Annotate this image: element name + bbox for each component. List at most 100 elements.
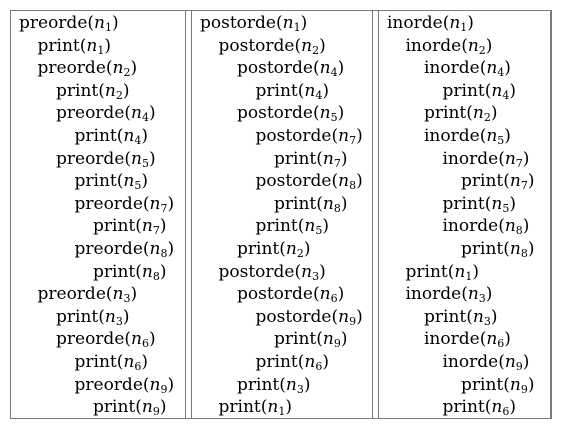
open-paren: (: [503, 239, 510, 259]
close-paren: ): [122, 306, 130, 327]
node-index: 9: [520, 382, 528, 396]
close-paren: ): [130, 284, 138, 305]
open-paren: (: [279, 374, 286, 395]
node-index: 3: [483, 314, 491, 328]
close-paren: ): [141, 352, 148, 372]
node-variable: n: [509, 171, 521, 192]
node-argument: n6: [486, 329, 504, 349]
open-paren: (: [312, 284, 320, 305]
node-index: 1: [293, 21, 301, 34]
open-paren: (: [316, 148, 323, 169]
node-variable: n: [123, 352, 135, 372]
function-name: print: [461, 239, 504, 259]
open-paren: (: [312, 58, 320, 79]
close-paren: ): [111, 13, 119, 33]
node-argument: n1: [86, 36, 104, 56]
node-index: 7: [515, 156, 523, 170]
node-variable: n: [131, 329, 142, 350]
close-paren: ): [159, 216, 167, 237]
node-variable: n: [104, 80, 116, 101]
function-name: print: [237, 239, 280, 259]
call-line: print(n7): [93, 215, 166, 238]
open-paren: (: [461, 35, 468, 56]
node-index: 7: [520, 179, 528, 193]
postorde-column: postorde(n1) postorde(n2) postorde(n4) prin…: [191, 10, 373, 419]
function-name: print: [93, 216, 136, 237]
node-variable: n: [267, 397, 279, 418]
open-paren: (: [142, 374, 150, 395]
close-paren: ): [467, 13, 474, 33]
node-variable: n: [319, 58, 331, 79]
close-paren: ): [356, 126, 363, 146]
close-paren: ): [356, 306, 363, 327]
node-argument: n5: [131, 149, 149, 169]
node-argument: n7: [142, 216, 160, 236]
close-paren: ): [167, 374, 175, 395]
close-paren: ): [322, 352, 329, 372]
close-paren: ): [159, 261, 167, 282]
node-variable: n: [338, 306, 350, 327]
node-variable: n: [338, 171, 350, 192]
node-argument: n2: [301, 36, 319, 56]
node-argument: n1: [94, 13, 112, 33]
node-index: 3: [478, 292, 486, 306]
function-name: print: [74, 126, 117, 146]
close-paren: ): [504, 126, 511, 146]
node-variable: n: [301, 261, 313, 282]
node-argument: n3: [286, 375, 304, 395]
call-line: preorde(n8): [75, 238, 175, 261]
node-variable: n: [338, 126, 350, 146]
call-line: print(n5): [443, 193, 516, 216]
node-index: 5: [330, 111, 338, 125]
node-argument: n8: [505, 216, 523, 236]
close-paren: ): [303, 374, 311, 395]
function-name: print: [442, 193, 485, 214]
function-name: preorde: [56, 148, 125, 169]
node-variable: n: [472, 103, 484, 124]
node-argument: n2: [473, 103, 491, 123]
close-paren: ): [337, 284, 345, 305]
open-paren: (: [498, 352, 505, 372]
node-argument: n6: [123, 352, 141, 372]
node-variable: n: [504, 148, 516, 169]
function-name: inorde: [442, 352, 499, 372]
node-argument: n2: [286, 239, 304, 259]
call-line: inorde(n5): [424, 125, 511, 148]
node-variable: n: [491, 193, 503, 214]
call-line: inorde(n8): [443, 215, 530, 238]
close-paren: ): [527, 171, 535, 192]
close-paren: ): [485, 35, 493, 56]
close-paren: ): [340, 193, 348, 214]
node-variable: n: [131, 103, 142, 124]
call-line: preorde(n5): [56, 148, 156, 171]
call-line: print(n7): [461, 170, 534, 193]
node-argument: n3: [468, 284, 486, 304]
node-index: 2: [296, 247, 304, 260]
node-argument: n9: [338, 307, 356, 327]
node-argument: n3: [105, 307, 123, 327]
node-index: 3: [115, 314, 123, 328]
close-paren: ): [490, 103, 498, 124]
node-argument: n1: [267, 397, 285, 417]
node-argument: n5: [304, 216, 322, 236]
node-index: 8: [152, 269, 160, 283]
open-paren: (: [135, 397, 142, 418]
call-line: postorde(n8): [256, 170, 363, 193]
node-variable: n: [285, 374, 297, 395]
node-argument: n3: [473, 307, 491, 327]
close-paren: ): [300, 13, 308, 33]
node-variable: n: [509, 239, 521, 259]
function-name: inorde: [424, 329, 480, 350]
call-line: postorde(n1): [200, 12, 307, 35]
function-name: preorde: [74, 193, 143, 214]
function-name: inorde: [387, 13, 443, 33]
node-index: 2: [115, 88, 123, 102]
node-variable: n: [304, 216, 316, 237]
call-line: print(n9): [93, 396, 166, 419]
node-argument: n2: [468, 36, 486, 56]
node-argument: n4: [304, 81, 322, 101]
call-line: print(n1): [38, 35, 111, 58]
function-name: preorde: [37, 58, 106, 79]
node-argument: n8: [338, 171, 356, 191]
node-argument: n8: [142, 262, 160, 282]
